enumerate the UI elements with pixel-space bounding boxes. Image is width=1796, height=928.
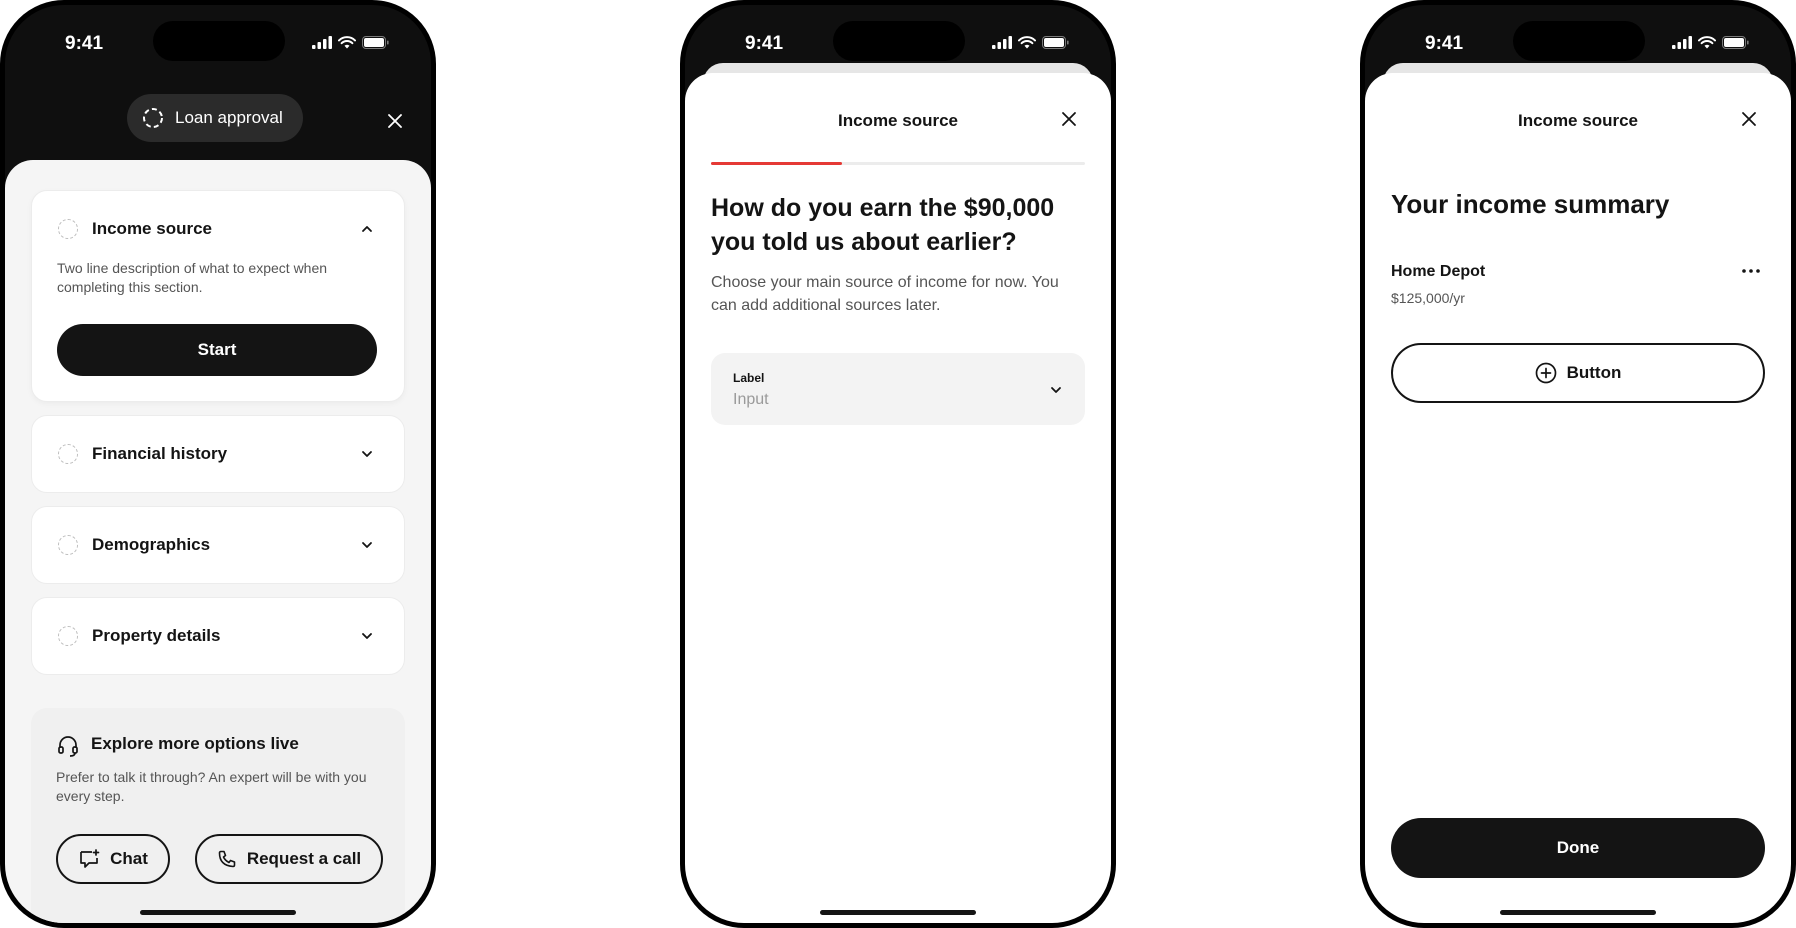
help-description: Prefer to talk it through? An expert wil… — [56, 769, 367, 804]
incomplete-status-icon — [58, 444, 78, 464]
sections-sheet: Income source Two line description of wh… — [5, 160, 431, 923]
progress-fill — [711, 162, 842, 165]
income-source-select[interactable]: Label Input — [711, 353, 1085, 425]
phone-screen-loan-approval: 9:41 Loan approval Income source Two lin… — [0, 0, 436, 928]
phone-screen-income-summary: 9:41 Income source Your income summary H… — [1360, 0, 1796, 928]
section-demographics[interactable]: Demographics — [31, 506, 405, 584]
section-property-details[interactable]: Property details — [31, 597, 405, 675]
chat-button[interactable]: Chat — [56, 834, 170, 884]
signal-icon — [992, 36, 1012, 49]
wifi-icon — [1698, 36, 1716, 49]
more-options-button[interactable] — [1737, 261, 1765, 281]
section-header[interactable]: Income source — [32, 191, 404, 267]
status-time: 9:41 — [1425, 33, 1464, 54]
help-title: Explore more options live — [91, 734, 299, 753]
home-indicator — [1500, 910, 1656, 915]
home-indicator — [140, 910, 296, 915]
select-label: Label — [733, 371, 765, 385]
more-horizontal-icon — [1742, 269, 1760, 273]
dynamic-island — [153, 21, 285, 61]
section-income-source: Income source Two line description of wh… — [31, 190, 405, 402]
battery-icon — [1042, 36, 1069, 49]
status-icons — [312, 36, 389, 49]
dynamic-island — [1513, 21, 1645, 61]
signal-icon — [1672, 36, 1692, 49]
close-icon — [1742, 112, 1756, 126]
section-header[interactable]: Financial history — [32, 416, 404, 492]
modal-title: Income source — [1518, 111, 1638, 130]
request-call-button[interactable]: Request a call — [195, 834, 383, 884]
close-icon — [1062, 112, 1076, 126]
chevron-down-icon — [360, 447, 374, 461]
status-bar: 9:41 — [5, 5, 431, 85]
incomplete-status-icon — [58, 626, 78, 646]
section-title: Property details — [92, 626, 221, 645]
add-income-button[interactable]: Button — [1391, 343, 1765, 403]
modal-title: Income source — [838, 111, 958, 130]
status-icons — [992, 36, 1069, 49]
income-source-modal: Income source How do you earn the $90,00… — [685, 73, 1111, 923]
pill-label: Loan approval — [175, 108, 283, 127]
chat-icon — [80, 849, 100, 868]
signal-icon — [312, 36, 332, 49]
incomplete-status-icon — [58, 219, 78, 239]
headset-icon — [58, 736, 78, 757]
status-icons — [1672, 36, 1749, 49]
section-header[interactable]: Property details — [32, 598, 404, 674]
select-placeholder: Input — [733, 391, 769, 408]
section-description: Two line description of what to expect w… — [57, 260, 328, 295]
incomplete-status-icon — [58, 535, 78, 555]
summary-heading: Your income summary — [1391, 189, 1670, 219]
close-button[interactable] — [381, 107, 409, 135]
phone-screen-income-question: 9:41 Income source How do you earn the $… — [680, 0, 1116, 928]
home-indicator — [820, 910, 976, 915]
close-button[interactable] — [1055, 105, 1083, 133]
close-icon — [388, 114, 402, 128]
chevron-down-icon — [360, 538, 374, 552]
battery-icon — [362, 36, 389, 49]
income-amount: $125,000/yr — [1391, 290, 1465, 306]
chevron-up-icon — [360, 222, 374, 236]
done-button[interactable]: Done — [1391, 818, 1765, 878]
question-heading: How do you earn the $90,000 you told us … — [711, 194, 1055, 256]
status-time: 9:41 — [65, 33, 104, 54]
close-button[interactable] — [1735, 105, 1763, 133]
add-income-label: Button — [1566, 363, 1622, 382]
income-source-name: Home Depot — [1391, 263, 1486, 280]
chevron-down-icon — [1051, 387, 1061, 393]
chevron-down-icon — [360, 629, 374, 643]
battery-icon — [1722, 36, 1749, 49]
section-header[interactable]: Demographics — [32, 507, 404, 583]
wifi-icon — [338, 36, 356, 49]
income-summary-modal: Income source Your income summary Home D… — [1365, 73, 1791, 923]
plus-circle-icon — [1535, 362, 1556, 384]
section-title: Demographics — [92, 535, 211, 554]
loan-approval-pill[interactable]: Loan approval — [127, 94, 303, 142]
section-title: Financial history — [92, 444, 228, 463]
section-financial-history[interactable]: Financial history — [31, 415, 405, 493]
phone-icon — [218, 850, 236, 868]
call-label: Request a call — [246, 849, 362, 868]
loading-spinner-icon — [143, 108, 163, 128]
progress-bar — [711, 162, 1085, 165]
expert-help-panel: Explore more options live Prefer to talk… — [31, 708, 405, 923]
question-subtext: Choose your main source of income for no… — [711, 274, 1059, 314]
chat-label: Chat — [110, 849, 148, 868]
wifi-icon — [1018, 36, 1036, 49]
start-button[interactable]: Start — [57, 324, 377, 376]
section-title: Income source — [92, 219, 212, 238]
status-time: 9:41 — [745, 33, 784, 54]
dynamic-island — [833, 21, 965, 61]
